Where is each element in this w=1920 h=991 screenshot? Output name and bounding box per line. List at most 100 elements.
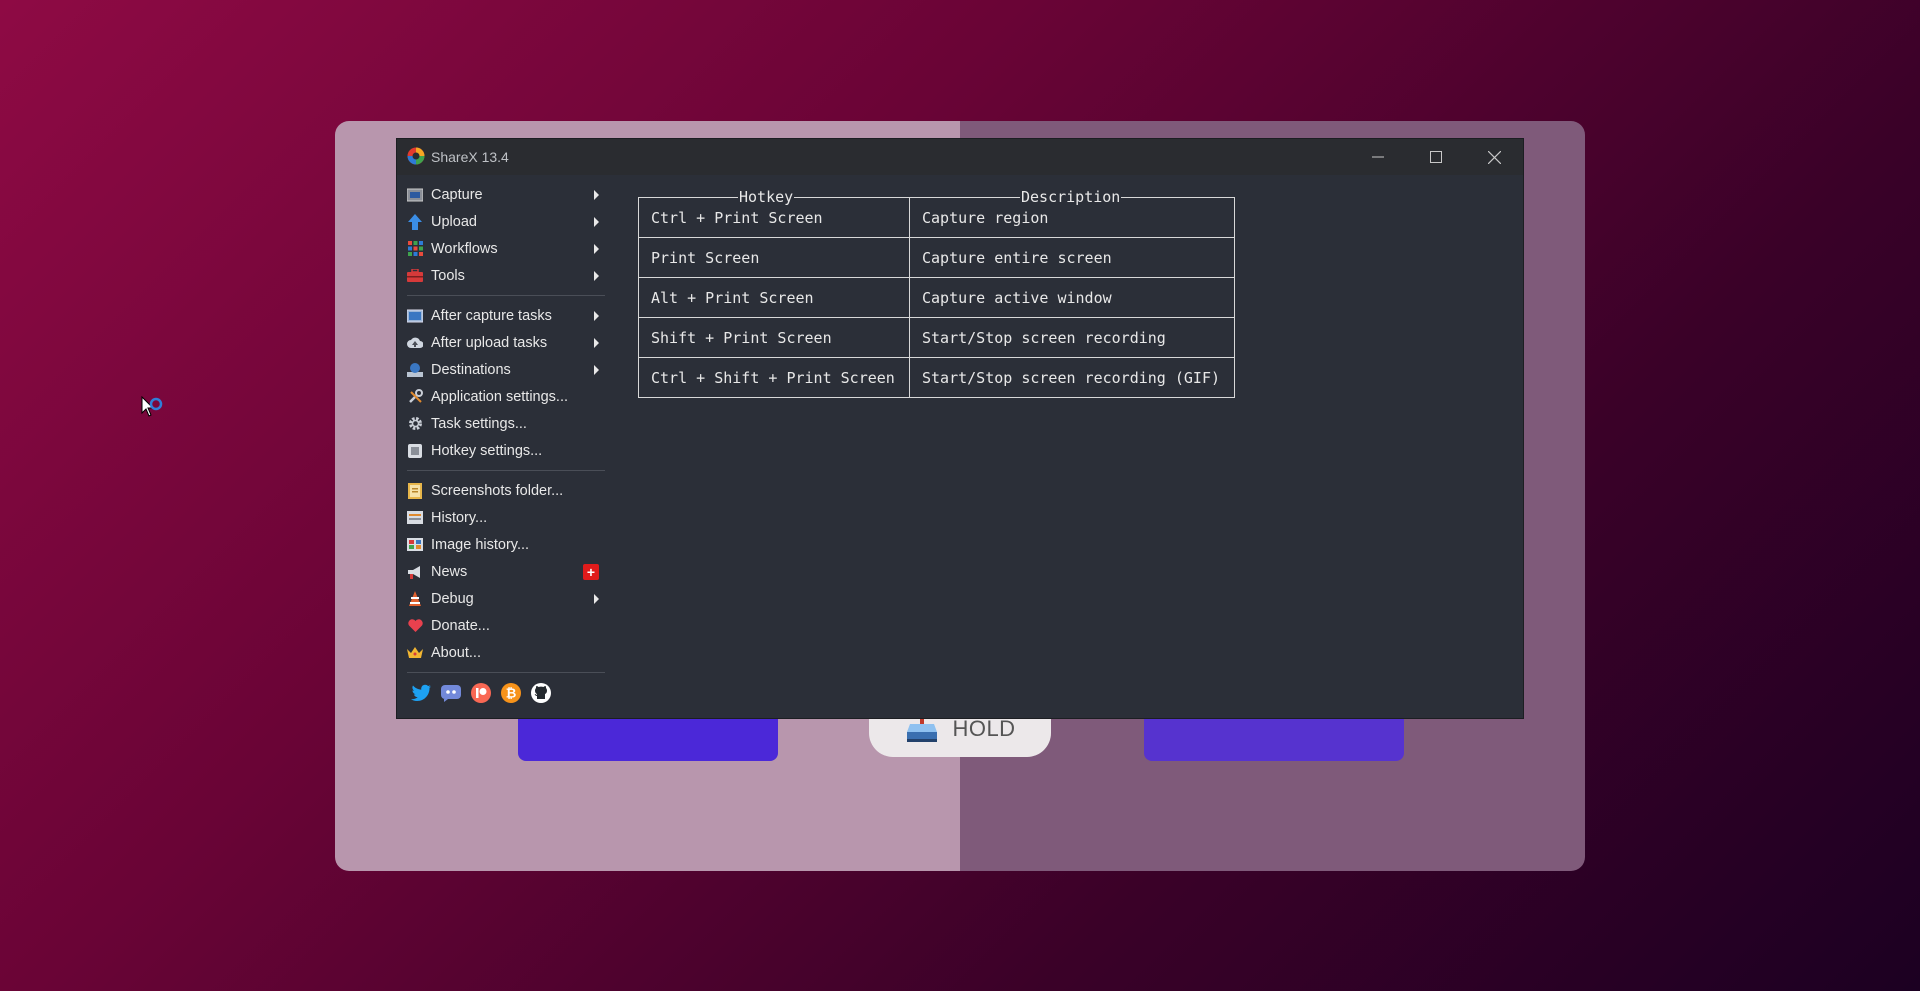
menu-item-label: Debug bbox=[431, 590, 474, 607]
menu-item-image-history[interactable]: Image history... bbox=[397, 531, 607, 558]
menu-item-debug[interactable]: Debug bbox=[397, 585, 607, 612]
description-cell: Start/Stop screen recording bbox=[909, 317, 1235, 358]
menu-item-label: Application settings... bbox=[431, 388, 569, 405]
menu-item-after-capture-tasks[interactable]: After capture tasks bbox=[397, 302, 607, 329]
menu-item-label: Image history... bbox=[431, 536, 530, 553]
heart-icon bbox=[407, 618, 423, 634]
workflows-icon bbox=[407, 241, 423, 257]
patreon-icon[interactable] bbox=[469, 681, 493, 705]
megaphone-icon bbox=[407, 564, 423, 580]
discord-icon[interactable] bbox=[439, 681, 463, 705]
bitcoin-icon[interactable]: ₿ bbox=[499, 681, 523, 705]
description-cell: Start/Stop screen recording (GIF) bbox=[909, 357, 1235, 398]
menu-item-task-settings[interactable]: Task settings... bbox=[397, 410, 607, 437]
submenu-arrow-icon bbox=[594, 365, 599, 375]
upload-icon bbox=[407, 213, 423, 230]
gear-icon bbox=[407, 416, 423, 432]
twitter-icon[interactable] bbox=[409, 681, 433, 705]
menu-item-hotkey-settings[interactable]: Hotkey settings... bbox=[397, 437, 607, 464]
menu-item-workflows[interactable]: Workflows bbox=[397, 235, 607, 262]
submenu-arrow-icon bbox=[594, 244, 599, 254]
description-cell: Capture entire screen bbox=[909, 237, 1235, 278]
menu-item-screenshots-folder[interactable]: Screenshots folder... bbox=[397, 477, 607, 504]
menu-item-about[interactable]: About... bbox=[397, 639, 607, 666]
menu-item-label: About... bbox=[431, 644, 481, 661]
submenu-arrow-icon bbox=[594, 217, 599, 227]
sharex-logo-icon bbox=[407, 147, 425, 168]
menu-item-label: Screenshots folder... bbox=[431, 482, 564, 499]
menu-item-label: History... bbox=[431, 509, 488, 526]
close-icon bbox=[1487, 150, 1501, 164]
hotkey-cell: Print Screen bbox=[638, 237, 910, 278]
menu-item-label: After capture tasks bbox=[431, 307, 552, 324]
menu-separator bbox=[407, 295, 605, 296]
menu-item-capture[interactable]: Capture bbox=[397, 181, 607, 208]
keyboard-icon bbox=[407, 443, 423, 459]
menu-separator bbox=[407, 470, 605, 471]
news-badge: + bbox=[583, 564, 599, 580]
minimize-icon bbox=[1372, 156, 1384, 158]
folder-icon bbox=[407, 482, 423, 499]
submenu-arrow-icon bbox=[594, 271, 599, 281]
main-menu: Capture Upload Workflows Tools After cap… bbox=[397, 175, 607, 718]
menu-item-label: Task settings... bbox=[431, 415, 527, 432]
submenu-arrow-icon bbox=[594, 594, 599, 604]
menu-item-label: Upload bbox=[431, 213, 477, 230]
submenu-arrow-icon bbox=[594, 311, 599, 321]
menu-item-news[interactable]: News + bbox=[397, 558, 607, 585]
github-icon[interactable] bbox=[529, 681, 553, 705]
menu-item-label: Donate... bbox=[431, 617, 490, 634]
destinations-icon bbox=[407, 362, 423, 378]
window-title: ShareX 13.4 bbox=[431, 149, 509, 165]
table-row: Alt + Print Screen Capture active window bbox=[638, 277, 1235, 318]
social-links: ₿ bbox=[397, 681, 607, 705]
history-icon bbox=[407, 510, 423, 526]
table-row: Print Screen Capture entire screen bbox=[638, 237, 1235, 278]
maximize-icon bbox=[1430, 151, 1442, 163]
menu-item-donate[interactable]: Donate... bbox=[397, 612, 607, 639]
table-row: Ctrl + Print Screen Capture region bbox=[638, 197, 1235, 238]
tools-icon bbox=[407, 268, 423, 284]
mouse-cursor-busy-icon bbox=[141, 395, 165, 427]
menu-separator bbox=[407, 672, 605, 673]
menu-item-destinations[interactable]: Destinations bbox=[397, 356, 607, 383]
sharex-window: ShareX 13.4 Capture Upload Workflows Too… bbox=[397, 139, 1523, 718]
table-row: Ctrl + Shift + Print Screen Start/Stop s… bbox=[638, 357, 1235, 398]
menu-item-after-upload-tasks[interactable]: After upload tasks bbox=[397, 329, 607, 356]
menu-item-label: Tools bbox=[431, 267, 465, 284]
menu-item-label: News bbox=[431, 563, 468, 580]
close-button[interactable] bbox=[1465, 139, 1523, 175]
image-history-icon bbox=[407, 537, 423, 553]
capture-icon bbox=[407, 187, 423, 203]
menu-item-label: After upload tasks bbox=[431, 334, 548, 351]
menu-item-label: Hotkey settings... bbox=[431, 442, 543, 459]
hotkey-cell: Alt + Print Screen bbox=[638, 277, 910, 318]
debug-icon bbox=[407, 590, 423, 607]
submenu-arrow-icon bbox=[594, 190, 599, 200]
hold-label: HOLD bbox=[952, 716, 1016, 741]
description-column-header: Description bbox=[1020, 188, 1122, 206]
menu-item-label: Destinations bbox=[431, 361, 511, 378]
hotkeys-panel: Hotkey Description Ctrl + Print Screen C… bbox=[638, 188, 1235, 398]
after-capture-icon bbox=[407, 308, 423, 324]
hotkeys-table: Ctrl + Print Screen Capture region Print… bbox=[638, 197, 1235, 398]
menu-item-application-settings[interactable]: Application settings... bbox=[397, 383, 607, 410]
menu-item-upload[interactable]: Upload bbox=[397, 208, 607, 235]
maximize-button[interactable] bbox=[1407, 139, 1465, 175]
hotkey-cell: Ctrl + Shift + Print Screen bbox=[638, 357, 910, 398]
hotkey-column-header: Hotkey bbox=[738, 188, 795, 206]
title-bar[interactable]: ShareX 13.4 bbox=[397, 139, 1523, 175]
submenu-arrow-icon bbox=[594, 338, 599, 348]
crown-icon bbox=[407, 645, 423, 661]
menu-item-label: Capture bbox=[431, 186, 483, 203]
after-upload-icon bbox=[407, 335, 423, 351]
minimize-button[interactable] bbox=[1349, 139, 1407, 175]
table-row: Shift + Print Screen Start/Stop screen r… bbox=[638, 317, 1235, 358]
menu-item-label: Workflows bbox=[431, 240, 498, 257]
wrench-icon bbox=[407, 389, 423, 405]
hotkey-cell: Shift + Print Screen bbox=[638, 317, 910, 358]
menu-item-history[interactable]: History... bbox=[397, 504, 607, 531]
svg-text:₿: ₿ bbox=[506, 686, 517, 701]
menu-item-tools[interactable]: Tools bbox=[397, 262, 607, 289]
description-cell: Capture active window bbox=[909, 277, 1235, 318]
